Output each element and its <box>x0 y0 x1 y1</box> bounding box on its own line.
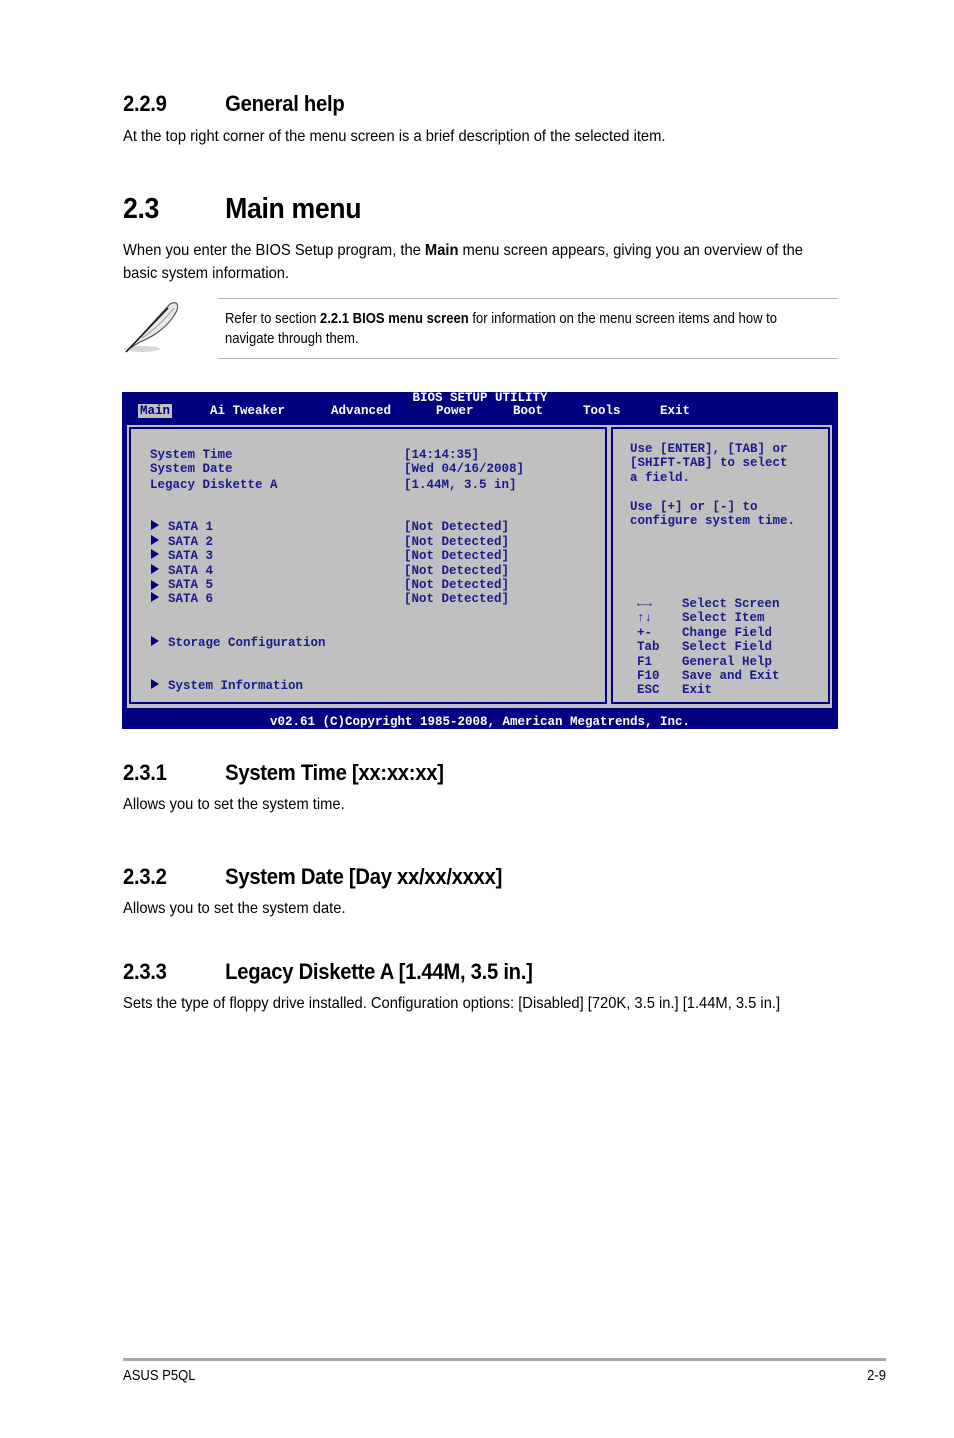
note-text-part: Refer to section <box>225 311 321 327</box>
section-number: 2.3.1 <box>123 760 167 785</box>
note-top-rule <box>218 298 838 299</box>
sata-5-label[interactable]: SATA 5 <box>168 578 213 592</box>
note-bottom-rule <box>218 358 838 359</box>
key-name: +- <box>637 626 653 640</box>
submenu-arrow-icon <box>151 580 159 590</box>
section-body: At the top right corner of the menu scre… <box>123 128 666 145</box>
section-number: 2.3.2 <box>123 864 167 889</box>
section-title: Legacy Diskette A [1.44M, 3.5 in.] <box>225 959 533 984</box>
section-heading-legacy-diskette: 2.3.3 Legacy Diskette A [1.44M, 3.5 in.] <box>123 959 533 985</box>
sata-3-value: [Not Detected] <box>404 549 510 563</box>
help-line: Use [ENTER], [TAB] or <box>630 442 788 456</box>
body-text: When you enter the BIOS Setup program, t… <box>123 242 425 259</box>
bios-menu-bar: Main Ai Tweaker Advanced Power Boot Tool… <box>122 404 838 418</box>
bios-tab-main[interactable]: Main <box>138 404 173 418</box>
section-title: General help <box>225 91 345 116</box>
bios-copyright: v02.61 (C)Copyright 1985-2008, American … <box>269 715 691 729</box>
setting-value-legacy-diskette[interactable]: [1.44M, 3.5 in] <box>404 478 517 492</box>
section-number: 2.3.3 <box>123 959 167 984</box>
key-action: Save and Exit <box>682 669 780 683</box>
footer-rule <box>123 1358 886 1361</box>
key-name: ESC <box>637 683 660 697</box>
setting-label-legacy-diskette[interactable]: Legacy Diskette A <box>150 478 278 492</box>
footer-page-number: 2-9 <box>867 1368 886 1384</box>
sata-6-label[interactable]: SATA 6 <box>168 592 213 606</box>
key-name: F10 <box>637 669 660 683</box>
bios-tab-tools[interactable]: Tools <box>581 404 623 418</box>
footer-product-name: ASUS P5QL <box>123 1368 196 1384</box>
sata-2-value: [Not Detected] <box>404 535 510 549</box>
key-name: F1 <box>637 655 653 669</box>
help-line: Use [+] or [-] to <box>630 500 758 514</box>
section-body: Allows you to set the system date. <box>123 900 346 917</box>
section-number: 2.2.9 <box>123 91 167 116</box>
body-bold: Main <box>424 242 459 259</box>
setting-label-system-date[interactable]: System Date <box>150 462 233 476</box>
left-right-arrows-icon: ←→ <box>637 597 653 611</box>
section-number: 2.3 <box>123 193 159 225</box>
bios-tab-boot[interactable]: Boot <box>511 404 545 418</box>
sata-1-label[interactable]: SATA 1 <box>168 520 213 534</box>
submenu-arrow-icon <box>151 549 159 559</box>
note-link-text: 2.2.1 BIOS menu screen <box>320 311 469 327</box>
submenu-arrow-icon <box>151 535 159 545</box>
section-title: System Time [xx:xx:xx] <box>225 760 444 785</box>
bios-tab-power[interactable]: Power <box>434 404 476 418</box>
key-action: Change Field <box>682 626 773 640</box>
section-heading-system-date: 2.3.2 System Date [Day xx/xx/xxxx] <box>123 864 502 890</box>
section-body: Sets the type of floppy drive installed.… <box>123 995 781 1012</box>
up-down-arrows-icon: ↑↓ <box>637 611 653 625</box>
section-title: Main menu <box>225 193 362 225</box>
section-body: Allows you to set the system time. <box>123 796 345 813</box>
help-line: [SHIFT-TAB] to select <box>630 456 788 470</box>
help-line: a field. <box>630 471 691 485</box>
bios-title: BIOS SETUP UTILITY <box>412 391 548 405</box>
feather-pen-icon <box>120 296 182 356</box>
bios-screen: BIOS SETUP UTILITY Main Ai Tweaker Advan… <box>122 392 838 729</box>
key-action: Exit <box>682 683 713 697</box>
bios-tab-advanced[interactable]: Advanced <box>329 404 393 418</box>
submenu-system-information[interactable]: System Information <box>168 679 303 693</box>
key-name: Tab <box>637 640 660 654</box>
key-action: Select Item <box>682 611 765 625</box>
sata-4-value: [Not Detected] <box>404 564 510 578</box>
sata-4-label[interactable]: SATA 4 <box>168 564 213 578</box>
key-action: Select Field <box>682 640 773 654</box>
submenu-arrow-icon <box>151 564 159 574</box>
section-heading-system-time: 2.3.1 System Time [xx:xx:xx] <box>123 760 444 786</box>
submenu-storage-configuration[interactable]: Storage Configuration <box>168 636 326 650</box>
section-heading-general-help: 2.2.9 General help <box>123 91 345 117</box>
submenu-arrow-icon <box>151 679 159 689</box>
sata-1-value: [Not Detected] <box>404 520 510 534</box>
chapter-heading-main-menu: 2.3 Main menu <box>123 193 362 226</box>
bios-tab-exit[interactable]: Exit <box>658 404 692 418</box>
submenu-arrow-icon <box>151 636 159 646</box>
section-title: System Date [Day xx/xx/xxxx] <box>225 864 503 889</box>
note-text: Refer to section 2.2.1 BIOS menu screen … <box>225 309 801 349</box>
setting-value-system-time[interactable]: [14:14:35] <box>404 448 479 462</box>
bios-body: System Time [14:14:35] System Date [Wed … <box>127 425 832 708</box>
setting-value-system-date[interactable]: [Wed 04/16/2008] <box>404 462 524 476</box>
section-body: When you enter the BIOS Setup program, t… <box>123 239 804 285</box>
help-line: configure system time. <box>630 514 796 528</box>
sata-6-value: [Not Detected] <box>404 592 510 606</box>
sata-3-label[interactable]: SATA 3 <box>168 549 213 563</box>
bios-tab-ai-tweaker[interactable]: Ai Tweaker <box>208 404 287 418</box>
key-action: Select Screen <box>682 597 780 611</box>
sata-2-label[interactable]: SATA 2 <box>168 535 213 549</box>
submenu-arrow-icon <box>151 592 159 602</box>
submenu-arrow-icon <box>151 520 159 530</box>
setting-label-system-time[interactable]: System Time <box>150 448 233 462</box>
sata-5-value: [Not Detected] <box>404 578 510 592</box>
key-action: General Help <box>682 655 773 669</box>
